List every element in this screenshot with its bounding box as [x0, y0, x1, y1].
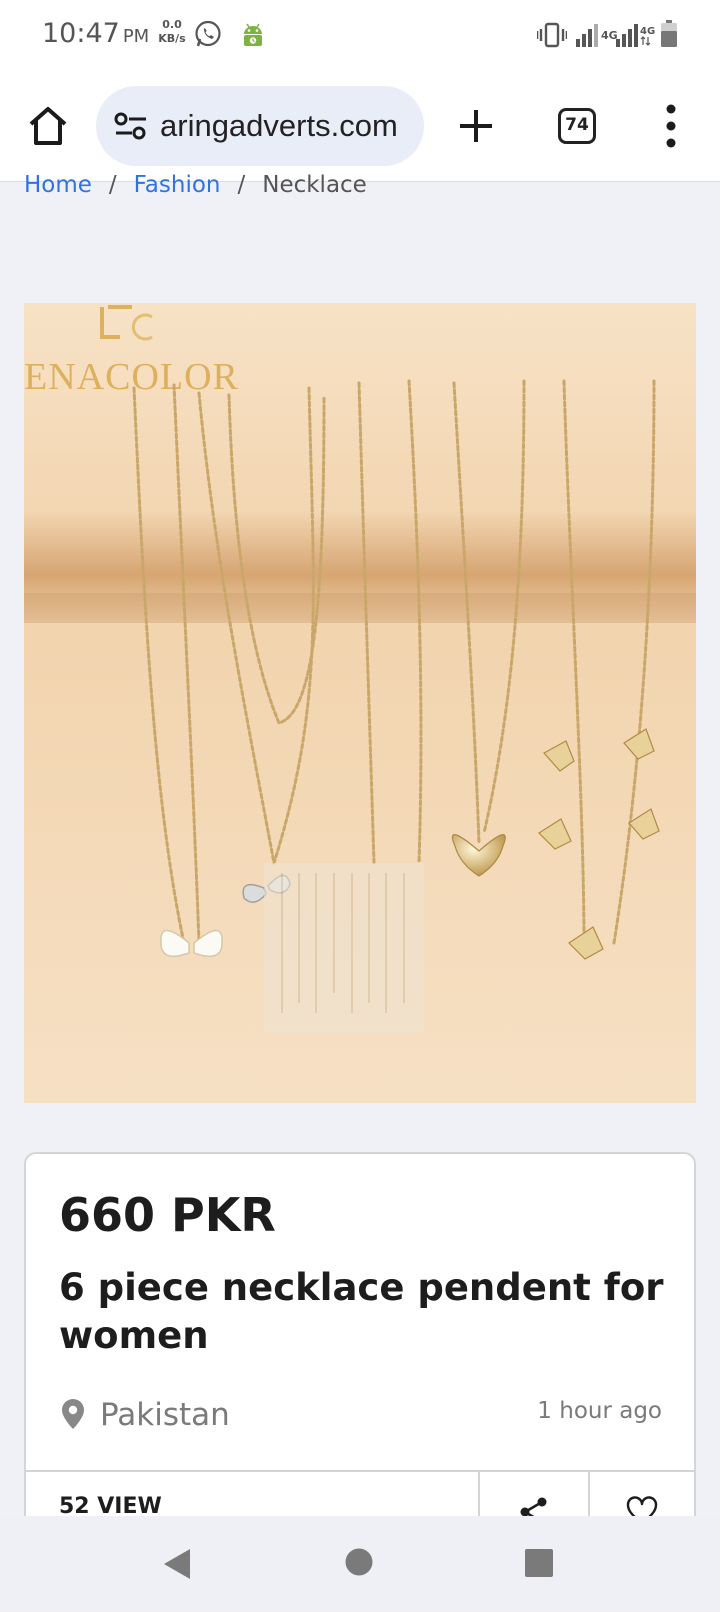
- address-bar[interactable]: aringadverts.com: [96, 86, 424, 166]
- breadcrumb-separator: /: [237, 172, 246, 198]
- breadcrumb-fashion[interactable]: Fashion: [134, 172, 221, 198]
- plus-icon[interactable]: [456, 106, 496, 146]
- breadcrumb: Home / Fashion / Necklace: [24, 172, 367, 206]
- android-icon: [244, 23, 262, 46]
- battery-icon: [661, 20, 677, 47]
- product-image[interactable]: ENACOLOR: [24, 303, 696, 1103]
- system-nav-bar: [0, 1516, 720, 1612]
- product-photo: ENACOLOR: [24, 303, 696, 1103]
- browser-toolbar: aringadverts.com 74: [0, 72, 720, 182]
- whatsapp-icon: [195, 20, 221, 47]
- site-settings-icon[interactable]: [114, 111, 148, 141]
- listing-price: 660 PKR: [59, 1188, 276, 1242]
- network-type-label: 4G: [640, 26, 655, 37]
- status-bar: 10:47 PM 0.0 KB/s 4G 4G: [0, 0, 720, 72]
- recents-icon[interactable]: [524, 1548, 554, 1578]
- breadcrumb-separator: /: [108, 172, 117, 198]
- net-speed: 0.0 KB/s: [157, 18, 187, 46]
- location-pin-icon: [62, 1399, 84, 1429]
- vibrate-icon: [537, 22, 567, 48]
- url-text[interactable]: aringadverts.com: [160, 108, 410, 144]
- breadcrumb-current: Necklace: [262, 172, 367, 198]
- net-speed-unit: KB/s: [158, 32, 186, 45]
- breadcrumb-home[interactable]: Home: [24, 172, 92, 198]
- inset-thumbnail: [264, 863, 424, 1033]
- listing-location: Pakistan: [100, 1397, 230, 1433]
- listing-title: 6 piece necklace pendent for women: [59, 1266, 664, 1357]
- more-vert-icon[interactable]: [660, 102, 682, 150]
- back-icon[interactable]: [160, 1546, 194, 1582]
- listing-posted-time: 1 hour ago: [537, 1398, 662, 1424]
- clock-ampm: PM: [122, 26, 150, 47]
- signal-4g-icon: 4G: [616, 24, 655, 47]
- tab-switcher-button[interactable]: 74: [558, 108, 596, 144]
- watermark-text: ENACOLOR: [24, 356, 239, 398]
- home-circle-icon[interactable]: [344, 1547, 374, 1577]
- status-time: 10:47 PM: [42, 18, 149, 49]
- home-icon[interactable]: [26, 104, 70, 148]
- net-speed-value: 0.0: [162, 18, 182, 31]
- clock-time: 10:47: [42, 18, 120, 49]
